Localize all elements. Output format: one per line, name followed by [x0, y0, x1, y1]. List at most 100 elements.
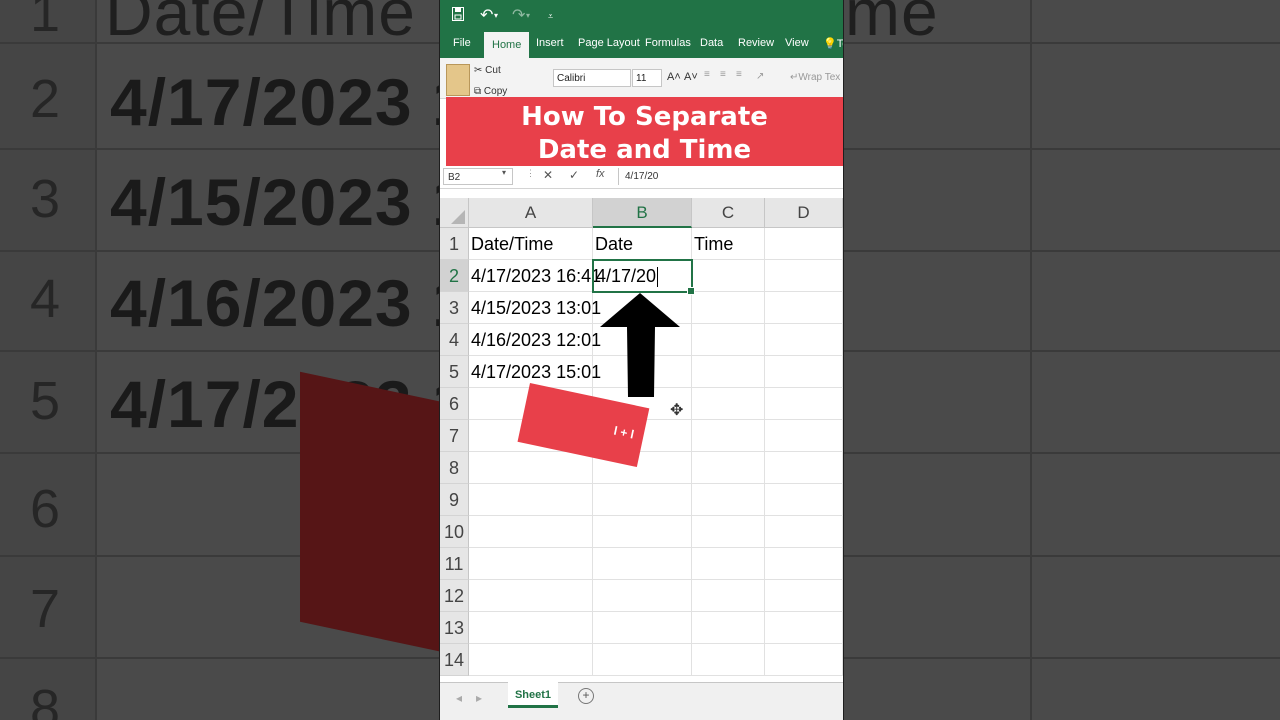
save-icon[interactable] — [452, 6, 464, 26]
row-header[interactable]: 5 — [440, 356, 469, 388]
row-header[interactable]: 10 — [440, 516, 469, 548]
tab-home[interactable]: Home — [484, 32, 530, 58]
cell-b14[interactable] — [593, 644, 692, 676]
align-top-icon[interactable]: ≡ — [704, 69, 710, 80]
customize-qat-icon[interactable]: ⩡ — [548, 6, 553, 26]
increase-font-icon[interactable]: A˄ — [667, 71, 681, 83]
cell-c12[interactable] — [692, 580, 765, 612]
cut-button[interactable]: ✂ Cut — [474, 65, 501, 76]
fill-handle[interactable] — [687, 287, 695, 295]
cell-c10[interactable] — [692, 516, 765, 548]
enter-icon[interactable]: ✓ — [569, 168, 579, 182]
cell-a11[interactable] — [469, 548, 593, 580]
insert-function-icon[interactable]: fx — [596, 168, 605, 180]
cell-b11[interactable] — [593, 548, 692, 580]
cell-a4[interactable]: 4/16/2023 12:01 — [469, 324, 601, 356]
row-header[interactable]: 9 — [440, 484, 469, 516]
tab-data[interactable]: Data — [700, 37, 723, 49]
cell-a1[interactable]: Date/Time — [469, 228, 593, 260]
cell-c6[interactable] — [692, 388, 765, 420]
cell-b9[interactable] — [593, 484, 692, 516]
cell-a3[interactable]: 4/15/2023 13:01 — [469, 292, 601, 324]
cell-c9[interactable] — [692, 484, 765, 516]
cell-d5[interactable] — [765, 356, 843, 388]
cell-d11[interactable] — [765, 548, 843, 580]
cell-c1[interactable]: Time — [692, 228, 765, 260]
undo-icon[interactable]: ↶ — [480, 6, 493, 26]
cell-c5[interactable] — [692, 356, 765, 388]
row-header[interactable]: 8 — [440, 452, 469, 484]
tab-insert[interactable]: Insert — [536, 37, 564, 49]
row-header[interactable]: 13 — [440, 612, 469, 644]
row-header[interactable]: 14 — [440, 644, 469, 676]
cell-c4[interactable] — [692, 324, 765, 356]
cancel-icon[interactable]: ✕ — [543, 168, 553, 182]
cell-a8[interactable] — [469, 452, 593, 484]
cell-d8[interactable] — [765, 452, 843, 484]
column-header-c[interactable]: C — [692, 198, 765, 228]
cell-a12[interactable] — [469, 580, 593, 612]
cell-b12[interactable] — [593, 580, 692, 612]
row-header[interactable]: 6 — [440, 388, 469, 420]
tab-page-layout[interactable]: Page Layout — [578, 37, 640, 49]
tell-me-search[interactable]: 💡Te — [823, 37, 843, 50]
cell-d2[interactable] — [765, 260, 843, 292]
align-middle-icon[interactable]: ≡ — [720, 69, 726, 80]
redo-icon[interactable]: ↷ — [512, 6, 525, 26]
cell-c8[interactable] — [692, 452, 765, 484]
cell-d14[interactable] — [765, 644, 843, 676]
cell-b10[interactable] — [593, 516, 692, 548]
chevron-down-icon[interactable]: ▾ — [526, 6, 530, 26]
tab-formulas[interactable]: Formulas — [645, 37, 691, 49]
paste-icon[interactable] — [446, 64, 470, 96]
cell-a10[interactable] — [469, 516, 593, 548]
row-header[interactable]: 2 — [440, 260, 469, 292]
tab-view[interactable]: View — [785, 37, 809, 49]
align-bottom-icon[interactable]: ≡ — [736, 69, 742, 80]
column-header-d[interactable]: D — [765, 198, 843, 228]
cell-d10[interactable] — [765, 516, 843, 548]
cell-c3[interactable] — [692, 292, 765, 324]
row-header[interactable]: 3 — [440, 292, 469, 324]
scroll-left-icon[interactable]: ◂ — [456, 691, 462, 705]
cell-a9[interactable] — [469, 484, 593, 516]
cell-d4[interactable] — [765, 324, 843, 356]
cell-a2[interactable]: 4/17/2023 16:41 — [469, 260, 601, 292]
copy-button[interactable]: ⧉ Copy — [474, 86, 507, 97]
chevron-down-icon[interactable]: ▾ — [502, 168, 506, 177]
cell-d1[interactable] — [765, 228, 843, 260]
cell-c2[interactable] — [692, 260, 765, 292]
cell-c11[interactable] — [692, 548, 765, 580]
add-sheet-button[interactable]: + — [578, 688, 594, 704]
orientation-icon[interactable]: ↗ — [756, 71, 764, 82]
cell-c13[interactable] — [692, 612, 765, 644]
cell-c14[interactable] — [692, 644, 765, 676]
chevron-down-icon[interactable]: ▾ — [494, 6, 498, 26]
cell-b2-editing[interactable]: 4/17/20 — [592, 259, 695, 295]
select-all-button[interactable] — [440, 198, 469, 228]
cell-c7[interactable] — [692, 420, 765, 452]
cell-d13[interactable] — [765, 612, 843, 644]
cell-d6[interactable] — [765, 388, 843, 420]
cell-d3[interactable] — [765, 292, 843, 324]
row-header[interactable]: 7 — [440, 420, 469, 452]
sheet-tab-sheet1[interactable]: Sheet1 — [508, 682, 558, 708]
cell-d9[interactable] — [765, 484, 843, 516]
formula-input[interactable]: 4/17/20 — [618, 168, 843, 185]
column-header-a[interactable]: A — [469, 198, 593, 228]
cell-a13[interactable] — [469, 612, 593, 644]
row-header[interactable]: 1 — [440, 228, 469, 260]
cell-d7[interactable] — [765, 420, 843, 452]
column-header-b[interactable]: B — [593, 198, 692, 228]
wrap-text-button[interactable]: ↵Wrap Tex — [790, 72, 840, 83]
tab-file[interactable]: File — [453, 37, 471, 49]
tab-review[interactable]: Review — [738, 37, 774, 49]
cell-d12[interactable] — [765, 580, 843, 612]
cell-b1[interactable]: Date — [593, 228, 692, 260]
row-header[interactable]: 4 — [440, 324, 469, 356]
row-header[interactable]: 12 — [440, 580, 469, 612]
font-name-select[interactable]: Calibri — [553, 69, 631, 87]
cell-a14[interactable] — [469, 644, 593, 676]
font-size-select[interactable]: 11 — [632, 69, 662, 87]
decrease-font-icon[interactable]: A˅ — [684, 71, 698, 83]
